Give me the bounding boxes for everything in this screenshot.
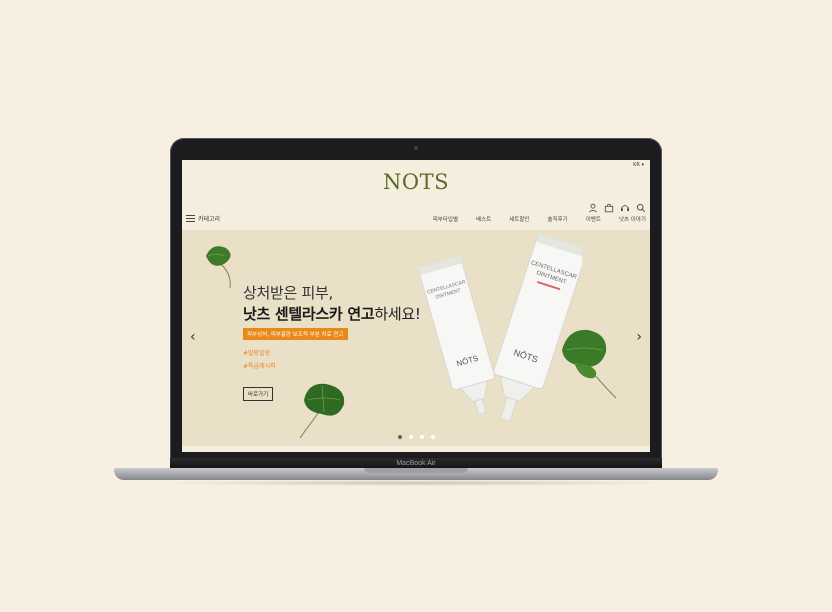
menu-list: 피부타입별 베스트 세트할인 솔직후기 이벤트 낫츠 이야기 [433, 215, 646, 223]
chevron-right-icon[interactable]: › [636, 329, 642, 345]
hero-headline-2: 낫츠 센텔라스카 연고하세요! [243, 303, 421, 324]
nav-item-set-discount[interactable]: 세트할인 [509, 215, 529, 223]
laptop-notch [364, 468, 468, 473]
nav-item-reviews[interactable]: 솔직후기 [548, 215, 568, 223]
category-menu[interactable]: 카테고리 [186, 214, 220, 223]
slider-dots [182, 435, 650, 439]
category-label: 카테고리 [198, 216, 221, 223]
chevron-left-icon[interactable]: ‹ [190, 329, 196, 345]
laptop-screen: KR ▾ NOTS 카테고리 피부타입별 베스트 세트할인 솔직후기 이벤트 낫… [182, 160, 650, 452]
hamburger-icon [186, 215, 195, 222]
hero-headline-rest: 하세요! [374, 305, 421, 323]
nav-item-story[interactable]: 낫츠 이야기 [619, 215, 646, 223]
hashtag-2[interactable]: #특급레시피 [243, 361, 276, 370]
slider-dot-1[interactable] [397, 435, 402, 439]
search-icon[interactable] [636, 198, 646, 213]
slider-dot-4[interactable] [430, 435, 435, 439]
headset-icon[interactable] [620, 198, 630, 211]
user-icon[interactable] [588, 198, 598, 213]
laptop-lid: KR ▾ NOTS 카테고리 피부타입별 베스트 세트할인 솔직후기 이벤트 낫… [170, 138, 662, 460]
nav-item-events[interactable]: 이벤트 [586, 215, 601, 223]
nav-item-skin-type[interactable]: 피부타입별 [433, 215, 458, 223]
bag-icon[interactable] [604, 198, 614, 213]
laptop-shadow [150, 480, 682, 486]
leaf-bottom-image [299, 383, 345, 439]
hero-tag: 피부상처, 피부흉양 보조적 부분 치료 연고 [243, 328, 348, 340]
site-logo[interactable]: NOTS [182, 170, 650, 194]
hero-banner: CENTELLASCAR OINTMENT NŌTS CENTELLASCAR … [182, 230, 650, 446]
utility-icons [588, 198, 646, 213]
nav-item-best[interactable]: 베스트 [476, 215, 491, 223]
leaf-top-left-image [206, 246, 231, 289]
camera [414, 146, 418, 150]
main-nav: 카테고리 피부타입별 베스트 세트할인 솔직후기 이벤트 낫츠 이야기 [182, 212, 650, 226]
device-label: MacBook Air [396, 460, 436, 467]
hashtag-1[interactable]: #말랑말랑 [243, 348, 270, 357]
product-tube-large-image: CENTELLASCAR OINTMENT NŌTS [493, 232, 582, 422]
go-button[interactable]: 바로가기 [243, 387, 274, 401]
hero-bottom-strip [182, 446, 650, 452]
slider-dot-2[interactable] [408, 435, 413, 439]
language-selector[interactable]: KR ▾ [633, 162, 644, 168]
hero-headline-bold: 낫츠 센텔라스카 연고 [243, 305, 375, 323]
hero-headline-1: 상처받은 피부, [243, 284, 333, 302]
slider-dot-3[interactable] [419, 435, 424, 439]
